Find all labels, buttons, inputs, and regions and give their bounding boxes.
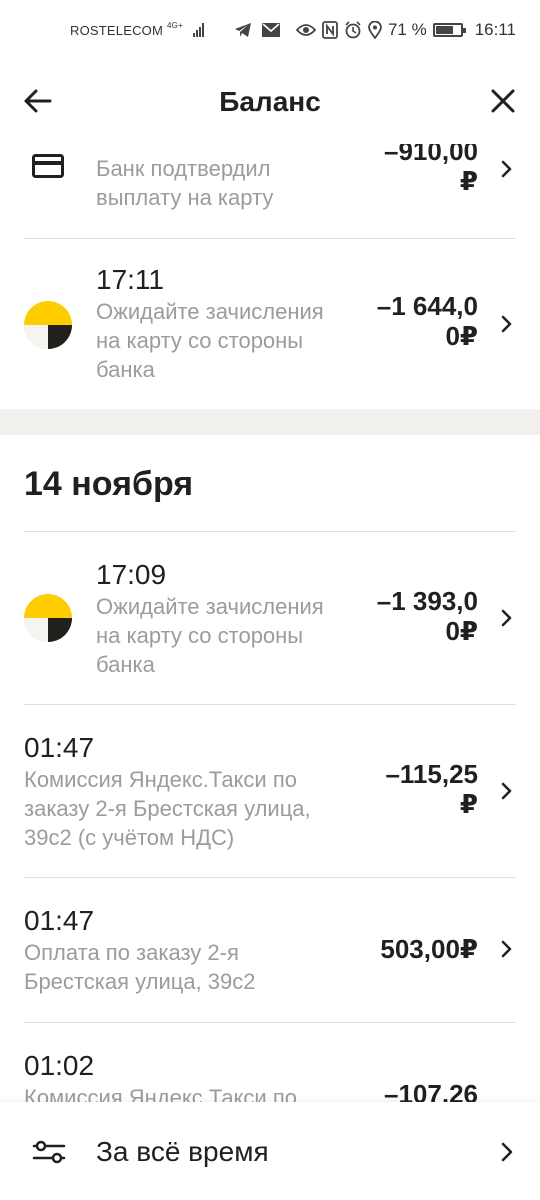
amount-line-1: –115,25 xyxy=(385,759,478,789)
chevron-right-icon xyxy=(501,315,512,333)
filter-sliders-icon xyxy=(32,1140,66,1164)
transaction-text: Банк подтвердил выплату на карту xyxy=(96,154,336,212)
transaction-time: 01:47 xyxy=(24,732,95,763)
amount-line-2: 0₽ xyxy=(445,321,478,351)
transaction-description: Комиссия Яндекс.Такси по xyxy=(24,1085,297,1102)
transaction-amount: 503,00₽ xyxy=(380,934,478,964)
transaction-time: 17:11 xyxy=(96,264,164,295)
transaction-text: 17:11 Ожидайте зачисления на карту со ст… xyxy=(96,265,346,384)
transaction-description: Банк подтвердил выплату на карту xyxy=(96,156,274,210)
transaction-time: 01:47 xyxy=(24,905,95,936)
amount-line-2: 0₽ xyxy=(445,616,478,646)
amount-line-1: –1 393,0 xyxy=(376,586,478,616)
transactions-content: Банк подтвердил выплату на карту –910,00… xyxy=(0,144,540,1102)
transaction-text: 01:47 Оплата по заказу 2-я Брестская ули… xyxy=(24,906,304,996)
transaction-description: Комиссия Яндекс.Такси по заказу 2-я Брес… xyxy=(24,767,311,850)
amount-line-2: ₽ xyxy=(459,789,478,819)
clock: 16:11 xyxy=(474,20,516,39)
chevron-right-icon xyxy=(501,160,512,178)
amount-line-1: –107,26 xyxy=(384,1079,478,1102)
app-header: Баланс xyxy=(0,66,540,144)
period-filter-bar[interactable]: За всё время xyxy=(0,1102,540,1200)
transaction-text: 17:09 Ожидайте зачисления на карту со ст… xyxy=(96,560,346,679)
transaction-description: Ожидайте зачисления на карту со стороны … xyxy=(96,594,324,677)
amount-line-1: 503,00₽ xyxy=(380,934,478,964)
chevron-right-icon xyxy=(501,782,512,800)
yandex-logo-icon xyxy=(24,594,72,642)
transaction-row[interactable]: 17:09 Ожидайте зачисления на карту со ст… xyxy=(24,532,516,705)
network-type: 4G+ xyxy=(167,20,183,30)
eye-icon xyxy=(295,24,316,36)
status-right: 71 % 16:11 xyxy=(295,20,516,40)
transaction-text: 01:47 Комиссия Яндекс.Такси по заказу 2-… xyxy=(24,733,344,852)
transaction-row[interactable]: 01:47 Комиссия Яндекс.Такси по заказу 2-… xyxy=(24,705,516,878)
alarm-icon xyxy=(345,21,361,39)
page-title: Баланс xyxy=(219,86,321,117)
chevron-right-icon xyxy=(501,940,512,958)
signal-icon xyxy=(192,23,204,37)
transaction-row[interactable]: 17:11 Ожидайте зачисления на карту со ст… xyxy=(24,239,516,409)
transaction-amount: –1 393,0 0₽ xyxy=(377,586,478,646)
transaction-row[interactable]: 01:47 Оплата по заказу 2-я Брестская ули… xyxy=(24,878,516,1023)
transaction-amount: –1 644,0 0₽ xyxy=(377,291,478,351)
transaction-time: 17:09 xyxy=(96,559,167,590)
mail-icon xyxy=(261,23,280,37)
transaction-amount: –107,26 xyxy=(384,1079,478,1102)
transaction-description: Ожидайте зачисления на карту со стороны … xyxy=(96,299,324,382)
transaction-time: 01:02 xyxy=(24,1050,95,1081)
section-divider xyxy=(0,409,540,435)
yandex-logo-icon xyxy=(24,301,72,349)
amount-line-1: –910,00 xyxy=(384,144,478,166)
transaction-row[interactable]: 01:02 Комиссия Яндекс.Такси по –107,26 xyxy=(24,1023,516,1103)
battery-percent: 71 % xyxy=(387,20,427,39)
chevron-right-icon xyxy=(501,609,512,627)
period-label: За всё время xyxy=(96,1136,269,1167)
transaction-amount: –115,25 ₽ xyxy=(385,759,478,819)
telegram-icon xyxy=(234,23,251,37)
transaction-description: Оплата по заказу 2-я Брестская улица, 39… xyxy=(24,940,256,994)
nfc-icon xyxy=(322,21,338,39)
chevron-right-icon xyxy=(501,1142,513,1162)
location-icon xyxy=(368,21,382,39)
status-bar: ROSTELECOM 4G+ 71 % 16:11 xyxy=(0,0,540,66)
amount-line-1: –1 644,0 xyxy=(376,291,478,321)
close-icon[interactable] xyxy=(486,84,520,118)
amount-line-2: ₽ xyxy=(459,166,478,196)
carrier-name: ROSTELECOM xyxy=(70,22,164,38)
battery-icon xyxy=(432,23,466,37)
transaction-text: 01:02 Комиссия Яндекс.Такси по xyxy=(24,1050,344,1103)
transactions-list[interactable]: Банк подтвердил выплату на карту –910,00… xyxy=(0,144,540,1102)
card-icon xyxy=(32,154,64,178)
status-left: ROSTELECOM 4G+ xyxy=(70,20,280,38)
transaction-amount: –910,00 ₽ xyxy=(384,144,478,196)
date-label: 14 ноября xyxy=(24,465,194,503)
date-header: 14 ноября xyxy=(24,435,516,532)
transaction-row[interactable]: Банк подтвердил выплату на карту –910,00… xyxy=(24,144,516,239)
